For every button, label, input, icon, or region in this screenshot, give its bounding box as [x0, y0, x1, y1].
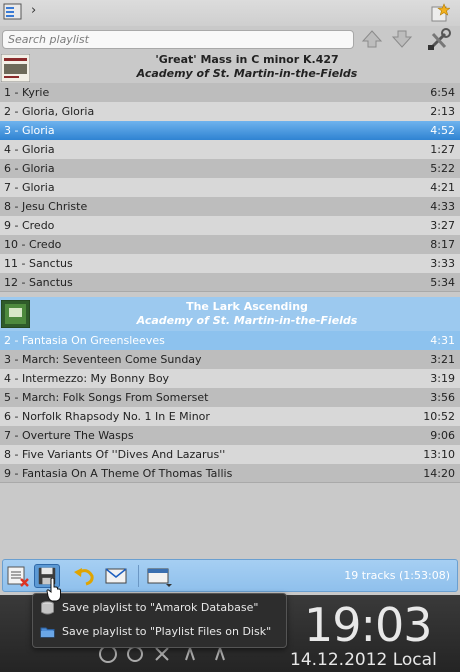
track-title: 5 - March: Folk Songs From Somerset [4, 391, 209, 404]
database-icon [41, 601, 54, 615]
track-length: 4:52 [430, 124, 455, 137]
album-header[interactable]: The Lark Ascending Academy of St. Martin… [0, 297, 460, 331]
playlist-layout-icon[interactable] [146, 564, 172, 588]
save-playlist-menu: Save playlist to "Amarok Database" Save … [32, 593, 287, 648]
track-row[interactable]: 8 - Jesu Christe 4:33 [0, 197, 460, 216]
redo-icon[interactable] [103, 564, 129, 588]
track-title: 9 - Fantasia On A Theme Of Thomas Tallis [4, 467, 233, 480]
album-title: The Lark Ascending [186, 300, 308, 313]
track-row[interactable]: 4 - Intermezzo: My Bonny Boy 3:19 [0, 369, 460, 388]
track-length: 5:22 [430, 162, 455, 175]
track-length: 5:34 [430, 276, 455, 289]
menu-item-save-amarok-database[interactable]: Save playlist to "Amarok Database" [33, 597, 286, 619]
chevron-right-icon[interactable]: › [31, 3, 36, 18]
track-row[interactable]: 3 - March: Seventeen Come Sunday 3:21 [0, 350, 460, 369]
track-row[interactable]: 1 - Kyrie 6:54 [0, 83, 460, 102]
star-icon[interactable] [430, 3, 450, 23]
track-length: 4:21 [430, 181, 455, 194]
track-row[interactable]: 9 - Credo 3:27 [0, 216, 460, 235]
album-title: 'Great' Mass in C minor K.427 [155, 53, 339, 66]
track-title: 2 - Fantasia On Greensleeves [4, 334, 165, 347]
toolbar-divider [138, 565, 139, 587]
track-title: 8 - Five Variants Of ''Dives And Lazarus… [4, 448, 226, 461]
track-row[interactable]: 6 - Norfolk Rhapsody No. 1 In E Minor 10:… [0, 407, 460, 426]
search-input[interactable] [2, 30, 354, 49]
album-cover-icon [1, 54, 30, 82]
tools-icon[interactable] [425, 28, 453, 52]
track-row[interactable]: 4 - Gloria 1:27 [0, 140, 460, 159]
menu-item-label: Save playlist to "Playlist Files on Disk… [62, 625, 272, 638]
track-row-selected[interactable]: 3 - Gloria 4:52 [0, 121, 460, 140]
track-length: 13:10 [423, 448, 455, 461]
track-title: 3 - Gloria [4, 124, 55, 137]
track-title: 12 - Sanctus [4, 276, 73, 289]
track-length: 6:54 [430, 86, 455, 99]
search-row [0, 27, 460, 53]
track-row-selected[interactable]: 2 - Fantasia On Greensleeves 4:31 [0, 331, 460, 350]
clock-date: 14.12.2012 Local [290, 650, 437, 670]
track-title: 1 - Kyrie [4, 86, 50, 99]
track-length: 4:33 [430, 200, 455, 213]
playlist-toolbar: 19 tracks (1:53:08) [2, 559, 458, 592]
track-length: 8:17 [430, 238, 455, 251]
track-title: 7 - Gloria [4, 181, 55, 194]
track-title: 10 - Credo [4, 238, 62, 251]
track-length: 2:13 [430, 105, 455, 118]
track-length: 3:33 [430, 257, 455, 270]
track-title: 4 - Gloria [4, 143, 55, 156]
track-length: 14:20 [423, 467, 455, 480]
playlist-view[interactable]: 'Great' Mass in C minor K.427 Academy of… [0, 53, 460, 483]
track-row[interactable]: 9 - Fantasia On A Theme Of Thomas Tallis… [0, 464, 460, 483]
folder-icon [40, 627, 55, 638]
track-row[interactable]: 11 - Sanctus 3:33 [0, 254, 460, 273]
track-length: 1:27 [430, 143, 455, 156]
track-row[interactable]: 10 - Credo 8:17 [0, 235, 460, 254]
track-length: 10:52 [423, 410, 455, 423]
track-title: 7 - Overture The Wasps [4, 429, 134, 442]
track-length: 3:56 [430, 391, 455, 404]
track-title: 6 - Norfolk Rhapsody No. 1 In E Minor [4, 410, 210, 423]
track-row[interactable]: 6 - Gloria 5:22 [0, 159, 460, 178]
track-row[interactable]: 12 - Sanctus 5:34 [0, 273, 460, 292]
mouse-pointer-icon [46, 578, 61, 602]
album-artist: Academy of St. Martin-in-the-Fields [136, 67, 358, 80]
playlist-nav-icon[interactable] [3, 3, 22, 20]
track-row[interactable]: 8 - Five Variants Of ''Dives And Lazarus… [0, 445, 460, 464]
album-cover-icon [1, 300, 30, 328]
track-title: 8 - Jesu Christe [4, 200, 88, 213]
undo-icon[interactable] [71, 564, 97, 588]
track-row[interactable]: 7 - Overture The Wasps 9:06 [0, 426, 460, 445]
track-title: 3 - March: Seventeen Come Sunday [4, 353, 202, 366]
arrow-up-icon[interactable] [360, 28, 384, 50]
album-artist: Academy of St. Martin-in-the-Fields [136, 314, 358, 327]
breadcrumb-bar: › [0, 0, 460, 26]
track-length: 3:27 [430, 219, 455, 232]
track-title: 6 - Gloria [4, 162, 55, 175]
track-length: 3:19 [430, 372, 455, 385]
clock-time: 19:03 [304, 598, 433, 652]
track-row[interactable]: 5 - March: Folk Songs From Somerset 3:56 [0, 388, 460, 407]
track-title: 2 - Gloria, Gloria [4, 105, 95, 118]
track-title: 9 - Credo [4, 219, 55, 232]
playlist-summary: 19 tracks (1:53:08) [344, 569, 450, 582]
clear-playlist-icon[interactable] [5, 564, 31, 588]
menu-item-label: Save playlist to "Amarok Database" [62, 601, 259, 614]
track-length: 9:06 [430, 429, 455, 442]
track-title: 11 - Sanctus [4, 257, 73, 270]
track-row[interactable]: 2 - Gloria, Gloria 2:13 [0, 102, 460, 121]
arrow-down-icon[interactable] [390, 28, 414, 50]
album-header[interactable]: 'Great' Mass in C minor K.427 Academy of… [0, 53, 460, 83]
track-title: 4 - Intermezzo: My Bonny Boy [4, 372, 170, 385]
track-row[interactable]: 7 - Gloria 4:21 [0, 178, 460, 197]
playlist-panel: › 'Great' Mass in C min [0, 0, 460, 595]
menu-item-save-playlist-files[interactable]: Save playlist to "Playlist Files on Disk… [33, 621, 286, 643]
track-length: 3:21 [430, 353, 455, 366]
track-length: 4:31 [430, 334, 455, 347]
